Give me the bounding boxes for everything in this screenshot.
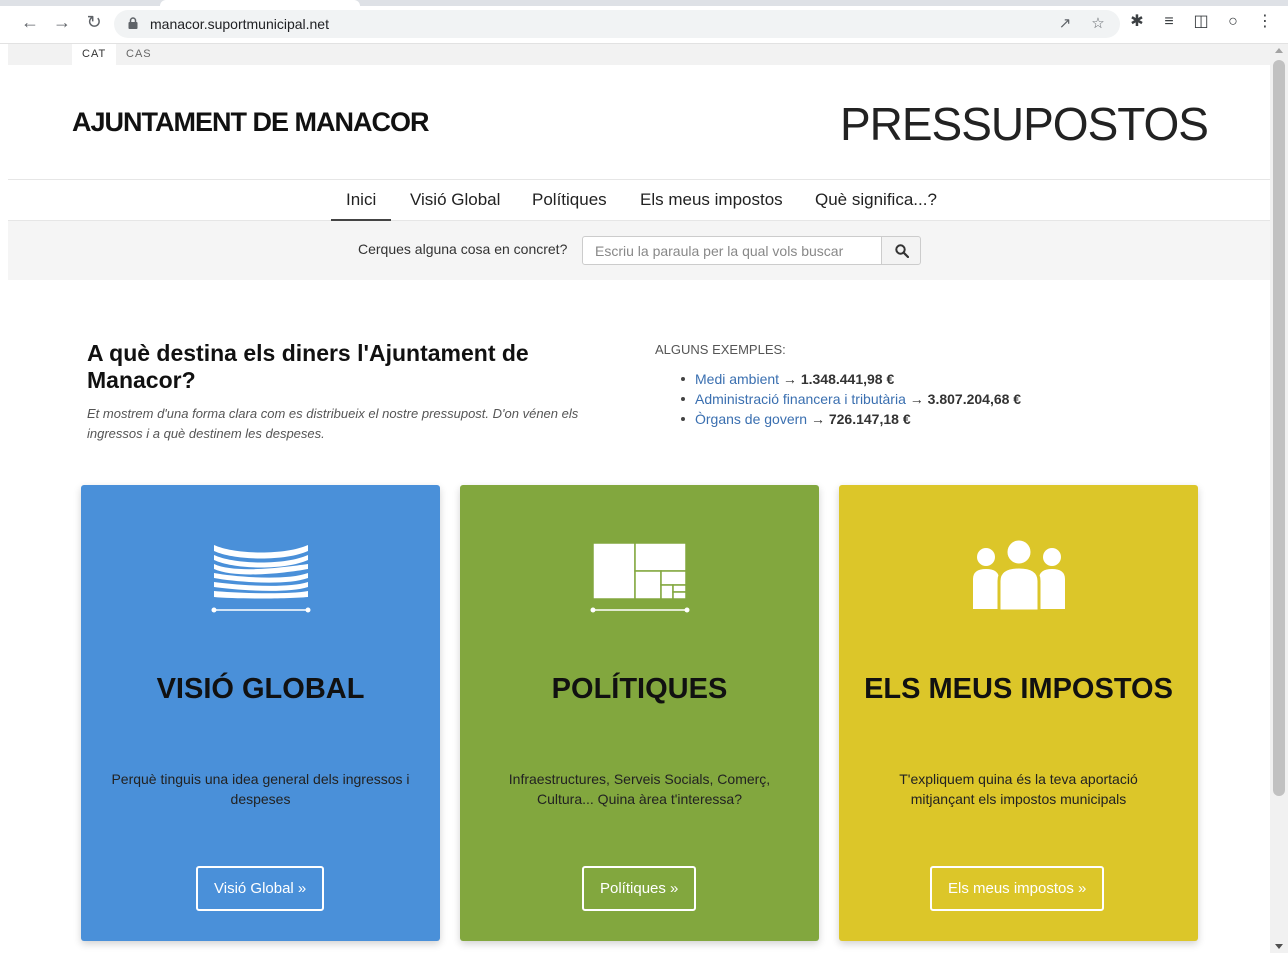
- tab-strip: [0, 0, 1288, 6]
- nav-item-que-significa[interactable]: Què significa...?: [800, 180, 952, 221]
- profile-avatar-icon[interactable]: ○: [1224, 13, 1242, 31]
- card-description: Perquè tinguis una idea general dels ing…: [111, 771, 410, 807]
- nav-item-inici[interactable]: Inici: [331, 180, 392, 221]
- share-icon[interactable]: ↗: [1056, 15, 1074, 33]
- nav-item-politiques[interactable]: Polítiques: [517, 180, 622, 221]
- page: CAT CAS AJUNTAMENT DE MANACOR PRESSUPOST…: [8, 44, 1270, 953]
- intro-text: Et mostrem d'una forma clara com es dist…: [87, 406, 579, 441]
- politiques-button[interactable]: Polítiques »: [582, 866, 697, 911]
- site-title[interactable]: AJUNTAMENT DE MANACOR: [72, 107, 429, 138]
- nav-item-visio-global[interactable]: Visió Global: [395, 180, 515, 221]
- example-link[interactable]: Òrgans de govern: [695, 411, 807, 427]
- page-scrollbar[interactable]: [1270, 44, 1288, 953]
- media-control-icon[interactable]: ≡: [1160, 13, 1178, 31]
- search-label: Cerques alguna cosa en concret?: [358, 241, 568, 257]
- browser-toolbar: ← → ↻ manacor.suportmunicipal.net ↗ ☆ ✱ …: [0, 0, 1288, 44]
- arrow: →: [779, 371, 801, 387]
- scroll-up-icon[interactable]: [1275, 48, 1283, 53]
- list-item: Administració financera i tributària → 3…: [680, 389, 1022, 409]
- lock-icon: [128, 17, 138, 29]
- nav-item-els-meus-impostos[interactable]: Els meus impostos: [625, 180, 798, 221]
- example-link[interactable]: Medi ambient: [695, 371, 779, 387]
- active-tab[interactable]: [160, 0, 360, 6]
- section-title: PRESSUPOSTOS: [839, 98, 1209, 150]
- scrollbar-thumb[interactable]: [1273, 60, 1285, 796]
- visio-global-button[interactable]: Visió Global »: [196, 866, 325, 911]
- card-els-meus-impostos[interactable]: ELS MEUS IMPOSTOS T'expliquem quina és l…: [839, 485, 1198, 941]
- example-amount: 3.807.204,68 €: [927, 391, 1022, 407]
- address-bar[interactable]: manacor.suportmunicipal.net ↗ ☆: [114, 10, 1120, 38]
- search-input[interactable]: [582, 236, 882, 265]
- example-amount: 1.348.441,98 €: [800, 371, 895, 387]
- search-bar: Cerques alguna cosa en concret?: [8, 221, 1270, 280]
- search-icon: [895, 244, 909, 258]
- menu-kebab-icon[interactable]: ⋮: [1256, 13, 1274, 31]
- example-amount: 726.147,18 €: [828, 411, 911, 427]
- forward-icon[interactable]: →: [52, 12, 72, 32]
- flow-chart-icon: [211, 545, 311, 613]
- intro-title: A què destina els diners l'Ajuntament de…: [87, 340, 529, 393]
- back-icon[interactable]: ←: [20, 12, 40, 32]
- card-visio-global[interactable]: VISIÓ GLOBAL Perquè tinguis una idea gen…: [81, 485, 440, 941]
- treemap-icon: [590, 542, 690, 613]
- els-meus-impostos-button[interactable]: Els meus impostos »: [930, 866, 1105, 911]
- site-header: AJUNTAMENT DE MANACOR PRESSUPOSTOS: [8, 65, 1270, 179]
- example-link[interactable]: Administració financera i tributària: [695, 391, 906, 407]
- scroll-down-icon[interactable]: [1275, 944, 1283, 949]
- url-text: manacor.suportmunicipal.net: [150, 16, 329, 32]
- list-item: Medi ambient → 1.348.441,98 €: [680, 369, 1021, 389]
- arrow: →: [905, 391, 928, 407]
- card-politiques[interactable]: POLÍTIQUES Infraestructures, Serveis Soc…: [460, 485, 819, 941]
- people-icon: [973, 537, 1065, 613]
- side-panel-icon[interactable]: ◫: [1192, 13, 1210, 31]
- reload-icon[interactable]: ↻: [84, 12, 104, 32]
- list-item: Òrgans de govern → 726.147,18 €: [680, 409, 1021, 429]
- card-title: ELS MEUS IMPOSTOS: [864, 673, 1173, 705]
- arrow: →: [807, 411, 829, 427]
- main-nav: Inici Visió Global Polítiques Els meus i…: [8, 179, 1270, 221]
- lang-cas[interactable]: CAS: [116, 44, 162, 65]
- bookmark-star-icon[interactable]: ☆: [1089, 15, 1107, 33]
- card-title: VISIÓ GLOBAL: [156, 673, 365, 705]
- examples-list: Medi ambient → 1.348.441,98 € Administra…: [680, 369, 1022, 429]
- language-bar: CAT CAS: [8, 44, 1270, 65]
- extensions-icon[interactable]: ✱: [1128, 13, 1146, 31]
- lang-cat[interactable]: CAT: [72, 44, 117, 65]
- card-description: T'expliquem quina és la teva aportació m…: [899, 771, 1138, 807]
- card-title: POLÍTIQUES: [551, 673, 728, 705]
- card-description: Infraestructures, Serveis Socials, Comer…: [508, 771, 771, 807]
- search-button[interactable]: [881, 236, 921, 265]
- examples-heading: ALGUNS EXEMPLES:: [655, 342, 786, 357]
